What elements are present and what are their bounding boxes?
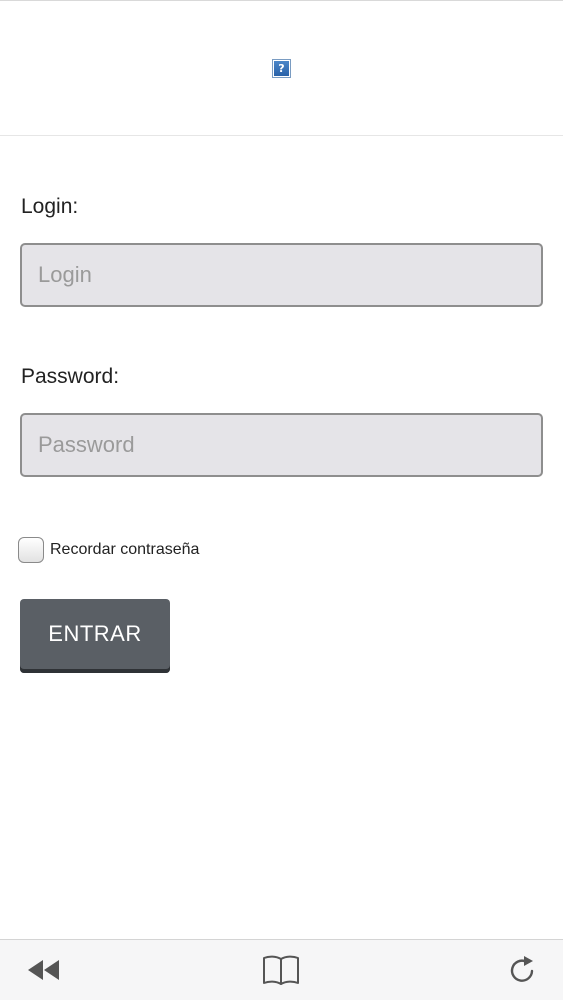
remember-password-label: Recordar contraseña [50, 541, 200, 558]
login-label: Login: [21, 195, 79, 218]
browser-toolbar [0, 939, 563, 1000]
rewind-icon [28, 960, 59, 980]
reload-icon [510, 956, 534, 982]
login-page: ? Login: Password: Recordar contraseña E… [0, 0, 563, 1000]
reload-button[interactable] [503, 952, 543, 988]
enter-button[interactable]: ENTRAR [20, 599, 170, 673]
book-icon [263, 955, 299, 985]
remember-password-checkbox[interactable] [18, 537, 44, 563]
password-input[interactable] [20, 413, 543, 477]
page-header: ? [0, 1, 563, 136]
login-input[interactable] [20, 243, 543, 307]
password-label: Password: [21, 365, 120, 388]
broken-image-glyph: ? [274, 61, 289, 76]
bookmarks-button[interactable] [261, 952, 301, 988]
broken-image-icon: ? [272, 59, 291, 78]
back-button[interactable] [24, 952, 64, 988]
remember-password[interactable]: Recordar contraseña [18, 536, 199, 564]
